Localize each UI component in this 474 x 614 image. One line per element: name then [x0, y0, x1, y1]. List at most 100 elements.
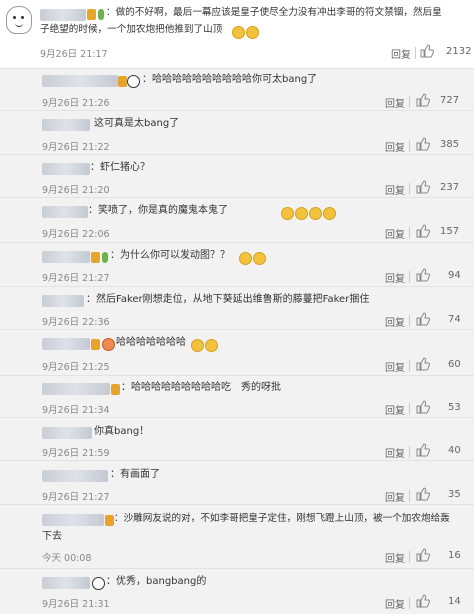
like-count: 14 — [448, 596, 461, 607]
blurred-username[interactable] — [42, 163, 90, 175]
divider — [409, 446, 410, 458]
like-count: 157 — [440, 226, 460, 237]
thumbs-up-icon[interactable] — [416, 224, 430, 238]
reply-button[interactable]: 回复 — [385, 445, 405, 460]
thumbs-up-icon[interactable] — [416, 594, 430, 608]
reply-button[interactable]: 回复 — [385, 182, 405, 197]
emoji-icon — [246, 26, 259, 39]
panda-icon — [127, 75, 140, 88]
comment-text-line1: ：做的不好啊，最后一幕应该是皇子使尽全力没有冲出李哥的符文禁锢，然后皇 — [106, 7, 442, 18]
panda-icon — [92, 577, 105, 590]
reply-time: 今天 00:08 — [42, 553, 92, 564]
blurred-username[interactable] — [42, 577, 90, 589]
avatar[interactable] — [6, 6, 32, 34]
reply-text: ：为什么你可以发动图？？ — [110, 250, 230, 261]
emoji-icon — [323, 207, 336, 220]
reply-time: 9月26日 21:26 — [42, 98, 110, 109]
reply-text: ：哈哈哈哈哈哈哈哈哈哈你可太bang了 — [142, 74, 318, 85]
thumbs-up-icon[interactable] — [416, 137, 430, 151]
thumbs-up-icon[interactable] — [416, 487, 430, 501]
like-count: 60 — [448, 359, 461, 370]
reply-text: 哈哈哈哈哈哈哈 — [116, 337, 186, 348]
reply-text: ：有画面了 — [110, 469, 160, 480]
list-item: ：优秀，bangbang的 9月26日 21:31 回复 14 — [0, 568, 474, 614]
emoji-icon — [232, 26, 245, 39]
thumbs-up-icon[interactable] — [416, 357, 430, 371]
reply-text-line1: ：沙雕网友说的对，不如李哥把皇子定住，刚想飞蹬上山顶，被一个加农炮给轰 — [114, 513, 450, 524]
reply-time: 9月26日 21:34 — [42, 405, 110, 416]
reply-time: 9月26日 22:36 — [42, 317, 110, 328]
blurred-username[interactable] — [42, 295, 84, 307]
like-count: 16 — [448, 550, 461, 561]
reply-button[interactable]: 回复 — [385, 314, 405, 329]
vip-badge-icon — [105, 515, 114, 526]
divider — [409, 597, 410, 609]
reply-button[interactable]: 回复 — [385, 139, 405, 154]
blurred-username[interactable] — [42, 427, 92, 439]
emoji-icon — [295, 207, 308, 220]
list-item: 哈哈哈哈哈哈哈 9月26日 21:25 回复 60 — [0, 329, 474, 376]
divider — [409, 490, 410, 502]
blurred-username[interactable] — [40, 9, 86, 21]
emoji-icon — [281, 207, 294, 220]
reply-button[interactable]: 回复 — [385, 489, 405, 504]
like-count: 40 — [448, 445, 461, 456]
thumbs-up-icon[interactable] — [420, 44, 434, 58]
reply-button[interactable]: 回复 — [391, 46, 411, 61]
blurred-username[interactable] — [42, 338, 90, 350]
reply-time: 9月26日 21:27 — [42, 273, 110, 284]
blurred-username[interactable] — [42, 470, 108, 482]
list-item: ：有画面了 9月26日 21:27 回复 35 — [0, 460, 474, 505]
divider — [409, 403, 410, 415]
vip-badge-icon — [87, 9, 96, 20]
reply-button[interactable]: 回复 — [385, 402, 405, 417]
list-item: ：沙雕网友说的对，不如李哥把皇子定住，刚想飞蹬上山顶，被一个加农炮给轰 下去 今… — [0, 504, 474, 569]
reply-button[interactable]: 回复 — [385, 596, 405, 611]
like-count: 35 — [448, 489, 461, 500]
blurred-username[interactable] — [42, 75, 118, 87]
like-count: 2132 — [446, 46, 472, 57]
blurred-username[interactable] — [42, 383, 110, 395]
emoji-icon — [205, 339, 218, 352]
reply-time: 9月26日 21:59 — [42, 448, 110, 459]
main-comment: ：做的不好啊，最后一幕应该是皇子使尽全力没有冲出李哥的符文禁锢，然后皇 子绝望的… — [0, 0, 474, 68]
blurred-username[interactable] — [42, 251, 90, 263]
thumbs-up-icon[interactable] — [416, 312, 430, 326]
thumbs-up-icon[interactable] — [416, 443, 430, 457]
thumbs-up-icon[interactable] — [416, 180, 430, 194]
comment-time: 9月26日 21:17 — [40, 49, 108, 60]
thumbs-up-icon[interactable] — [416, 400, 430, 414]
list-item: ：为什么你可以发动图？？ 9月26日 21:27 回复 94 — [0, 242, 474, 287]
blurred-username[interactable] — [42, 206, 88, 218]
list-item: 你真bang！ 9月26日 21:59 回复 40 — [0, 417, 474, 461]
like-count: 727 — [440, 95, 460, 106]
reply-time: 9月26日 21:25 — [42, 362, 110, 373]
thumbs-up-icon[interactable] — [416, 268, 430, 282]
pin-icon — [98, 9, 104, 20]
list-item: ：哈哈哈哈哈哈哈哈哈哈你可太bang了 9月26日 21:26 回复 727 — [0, 68, 474, 111]
reply-time: 9月26日 21:20 — [42, 185, 110, 196]
reply-text: 这可真是太bang了 — [94, 118, 180, 129]
thumbs-up-icon[interactable] — [416, 93, 430, 107]
vip-badge-icon — [91, 339, 100, 350]
divider — [409, 271, 410, 283]
like-count: 237 — [440, 182, 460, 193]
blurred-username[interactable] — [42, 119, 90, 131]
divider — [415, 47, 416, 59]
flower-icon — [102, 338, 115, 351]
reply-button[interactable]: 回复 — [385, 95, 405, 110]
reply-button[interactable]: 回复 — [385, 359, 405, 374]
divider — [409, 360, 410, 372]
like-count: 385 — [440, 139, 460, 150]
blurred-username[interactable] — [42, 514, 104, 526]
reply-button[interactable]: 回复 — [385, 226, 405, 241]
pin-icon — [102, 252, 108, 263]
divider — [409, 551, 410, 563]
reply-button[interactable]: 回复 — [385, 270, 405, 285]
divider — [409, 227, 410, 239]
reply-button[interactable]: 回复 — [385, 550, 405, 565]
reply-time: 9月26日 21:31 — [42, 599, 110, 610]
thumbs-up-icon[interactable] — [416, 548, 430, 562]
reply-text: ：优秀，bangbang的 — [106, 576, 207, 587]
list-item: ：虾仁猪心？ 9月26日 21:20 回复 237 — [0, 154, 474, 198]
